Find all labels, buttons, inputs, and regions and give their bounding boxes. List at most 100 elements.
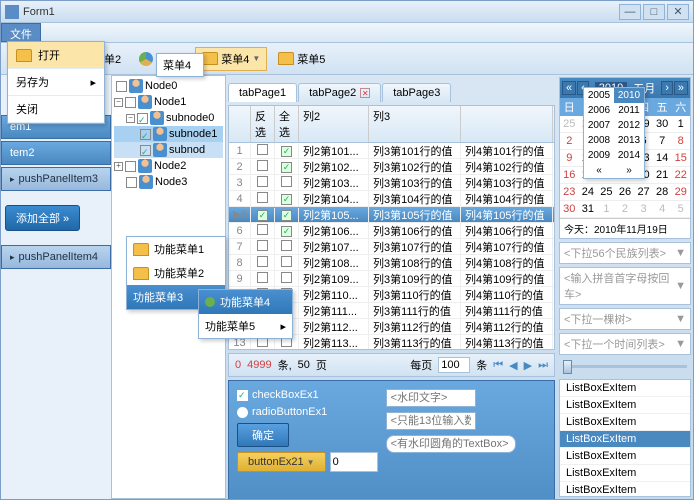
titlebar[interactable]: Form1 — □ ✕ <box>1 1 693 23</box>
ctx-sub-5[interactable]: 功能菜单5▸ <box>199 314 292 338</box>
file-menu-close[interactable]: 关闭 <box>8 96 104 123</box>
add-all-button[interactable]: 添加全部 » <box>5 205 80 231</box>
cal-day[interactable]: 22 <box>671 167 690 184</box>
cal-day[interactable]: 31 <box>579 201 598 218</box>
cal-day[interactable]: 27 <box>634 184 653 201</box>
toolbar-menu4[interactable]: 菜单4▼ <box>195 47 267 71</box>
pager-last[interactable]: ⏭ <box>538 359 548 372</box>
tree-checkbox[interactable] <box>116 81 127 92</box>
year-option[interactable]: 2011 <box>614 103 644 118</box>
year-option[interactable]: 2007 <box>584 118 614 133</box>
button-ex21[interactable]: buttonEx21▼ <box>237 452 326 472</box>
year-prev[interactable]: « <box>584 163 614 178</box>
year-option[interactable]: 2009 <box>584 148 614 163</box>
year-option[interactable]: 2010 <box>614 88 644 103</box>
checkbox-ex1[interactable]: checkBoxEx1 <box>237 389 378 401</box>
tree-collapse-icon[interactable]: − <box>114 98 123 107</box>
tree-label[interactable]: Node1 <box>154 96 186 108</box>
tree-label[interactable]: subnode0 <box>166 112 214 124</box>
tab-2[interactable]: tabPage2✕ <box>298 83 381 102</box>
pager-prev[interactable]: ◀ <box>509 359 517 372</box>
cal-first[interactable]: « <box>562 81 576 95</box>
submenu-item[interactable]: 菜单4 <box>157 54 203 76</box>
year-option[interactable]: 2005 <box>584 88 614 103</box>
cal-day[interactable]: 25 <box>560 116 579 133</box>
tree-checkbox[interactable] <box>126 177 137 188</box>
cal-today[interactable]: 今天：2010年11月19日 <box>560 218 690 238</box>
pager-first[interactable]: ⏮ <box>493 359 503 372</box>
list-item[interactable]: ListBoxExItem <box>560 465 690 482</box>
year-option[interactable]: 2014 <box>614 148 644 163</box>
tree-label[interactable]: Node3 <box>155 176 187 188</box>
pager-next[interactable]: ▶ <box>524 359 532 372</box>
file-menu-open[interactable]: 打开 <box>8 42 104 69</box>
number-input[interactable] <box>330 452 378 472</box>
tab-close-icon[interactable]: ✕ <box>360 88 370 98</box>
cal-last[interactable]: » <box>674 81 688 95</box>
cal-day[interactable]: 25 <box>597 184 616 201</box>
slider[interactable] <box>563 360 687 374</box>
ctx-menu-2[interactable]: 功能菜单2 <box>127 261 225 285</box>
col-2[interactable]: 列2 <box>299 106 369 142</box>
toolbar-menu5[interactable]: 菜单5 <box>271 47 332 71</box>
col-invert[interactable]: 反选 <box>251 106 275 142</box>
cal-day[interactable]: 4 <box>653 201 672 218</box>
tree-checkbox[interactable] <box>125 97 136 108</box>
tree-expand-icon[interactable]: + <box>114 162 123 171</box>
cal-day[interactable]: 9 <box>560 150 579 167</box>
year-option[interactable]: 2013 <box>614 133 644 148</box>
minimize-button[interactable]: — <box>619 4 641 20</box>
combo-ethnic[interactable]: <下拉56个民族列表>▼ <box>559 242 691 264</box>
list-item[interactable]: ListBoxExItem <box>560 414 690 431</box>
cal-day[interactable]: 14 <box>653 150 672 167</box>
cal-day[interactable]: 30 <box>560 201 579 218</box>
combo-pinyin[interactable]: <输入拼音首字母按回车>▼ <box>559 267 691 305</box>
cal-day[interactable]: 16 <box>560 167 579 184</box>
combo-tree[interactable]: <下拉一棵树>▼ <box>559 308 691 330</box>
tree-checkbox[interactable] <box>125 161 136 172</box>
cal-day[interactable]: 3 <box>634 201 653 218</box>
cal-day[interactable]: 15 <box>671 150 690 167</box>
list-item[interactable]: ListBoxExItem <box>560 448 690 465</box>
list-item[interactable]: ListBoxExItem <box>560 397 690 414</box>
list-item[interactable]: ListBoxExItem <box>560 482 690 497</box>
cal-day[interactable]: 8 <box>671 133 690 150</box>
menu-file[interactable]: 文件 <box>1 23 41 42</box>
year-option[interactable]: 2012 <box>614 118 644 133</box>
cal-day[interactable]: 1 <box>597 201 616 218</box>
col-3[interactable]: 列3 <box>369 106 461 142</box>
maximize-button[interactable]: □ <box>643 4 665 20</box>
cal-day[interactable]: 28 <box>653 184 672 201</box>
ctx-menu-1[interactable]: 功能菜单1 <box>127 237 225 261</box>
rounded-textbox[interactable] <box>386 435 516 453</box>
cal-day[interactable]: 2 <box>560 133 579 150</box>
file-menu-saveas[interactable]: 另存为▸ <box>8 69 104 96</box>
tree-collapse-icon[interactable]: − <box>126 114 135 123</box>
ctx-sub-4[interactable]: 功能菜单4 <box>199 290 292 314</box>
cal-day[interactable]: 24 <box>579 184 598 201</box>
listbox[interactable]: ListBoxExItemListBoxExItemListBoxExItemL… <box>559 379 691 497</box>
ok-button[interactable]: 确定 <box>237 423 289 447</box>
list-item[interactable]: ListBoxExItem <box>560 380 690 397</box>
watermark-input-1[interactable] <box>386 389 476 407</box>
col-selectall[interactable]: 全选 <box>275 106 299 142</box>
cal-day[interactable]: 21 <box>653 167 672 184</box>
tree-label[interactable]: subnode1 <box>169 128 217 140</box>
tree-label[interactable]: Node2 <box>154 160 186 172</box>
cal-day[interactable]: 29 <box>671 184 690 201</box>
slider-thumb[interactable] <box>563 360 572 374</box>
list-item[interactable]: ListBoxExItem <box>560 431 690 448</box>
combo-time[interactable]: <下拉一个时间列表>▼ <box>559 333 691 355</box>
tree-checkbox[interactable] <box>140 145 151 156</box>
tree-checkbox[interactable] <box>137 113 148 124</box>
cal-day[interactable]: 26 <box>616 184 635 201</box>
tree-label[interactable]: subnod <box>169 144 205 156</box>
cal-day[interactable]: 23 <box>560 184 579 201</box>
year-option[interactable]: 2006 <box>584 103 614 118</box>
radio-ex1[interactable]: radioButtonEx1 <box>237 406 378 418</box>
tab-1[interactable]: tabPage1 <box>228 83 297 102</box>
cal-day[interactable]: 1 <box>671 116 690 133</box>
close-button[interactable]: ✕ <box>667 4 689 20</box>
cal-day[interactable]: 7 <box>653 133 672 150</box>
tree-checkbox[interactable] <box>140 129 151 140</box>
